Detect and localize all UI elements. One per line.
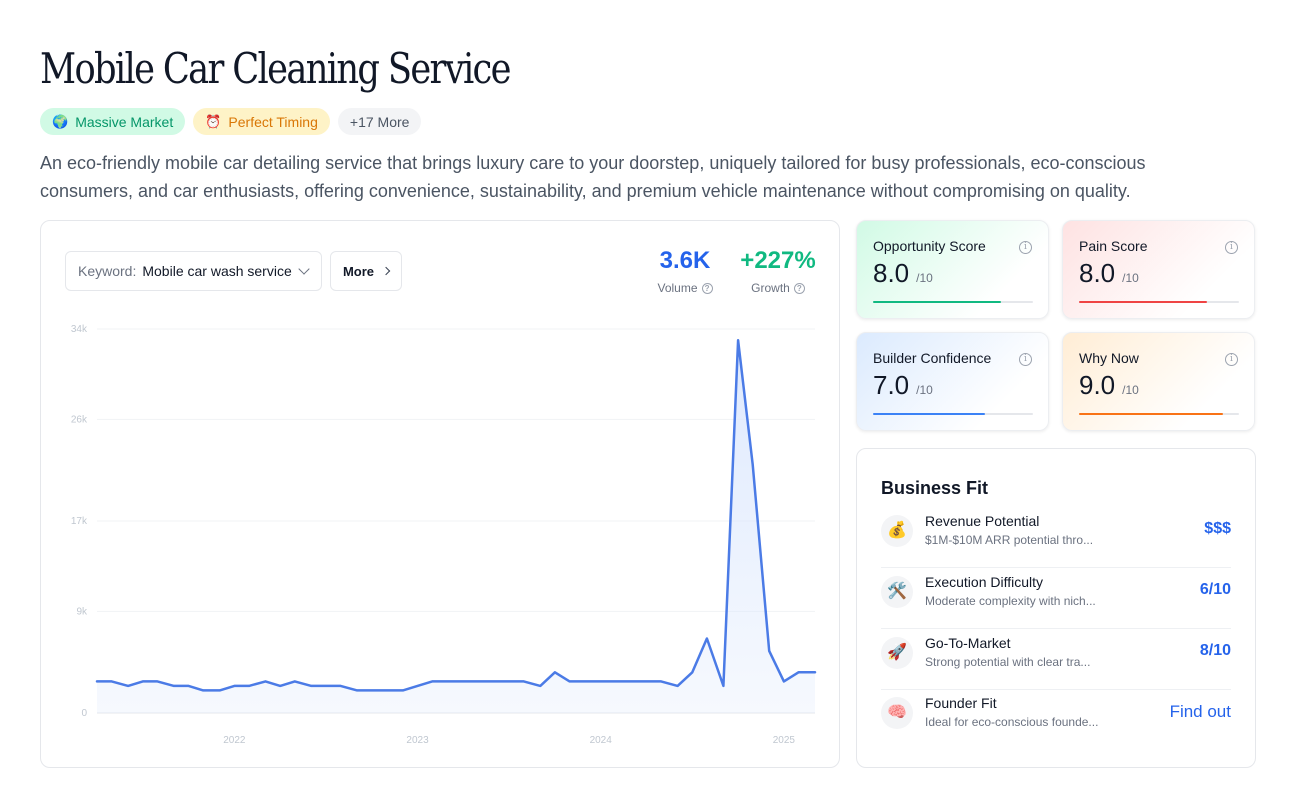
fit-row-go-to-market[interactable]: 🚀 Go-To-Market Strong potential with cle… <box>881 629 1231 690</box>
score-title: Why Now <box>1079 350 1139 366</box>
rocket-icon: 🚀 <box>881 637 913 669</box>
fit-row-execution-difficulty[interactable]: 🛠️ Execution Difficulty Moderate complex… <box>881 568 1231 629</box>
fit-description: Moderate complexity with nich... <box>925 594 1096 608</box>
tools-icon: 🛠️ <box>881 576 913 608</box>
info-icon[interactable]: i <box>1225 241 1238 254</box>
series-line <box>95 339 817 692</box>
fit-name: Go-To-Market <box>925 635 1011 651</box>
fit-value: $$$ <box>1204 520 1231 537</box>
info-icon[interactable]: i <box>1019 353 1032 366</box>
score-title: Pain Score <box>1079 238 1148 254</box>
series-area <box>97 340 815 713</box>
opportunity-score-card[interactable]: Opportunity Score i 8.0 /10 <box>856 220 1049 319</box>
score-bar-fill <box>1079 301 1207 303</box>
score-title: Builder Confidence <box>873 350 992 366</box>
alarm-clock-icon: ⏰ <box>205 113 222 129</box>
fit-name: Execution Difficulty <box>925 574 1044 590</box>
tag-label: Massive Market <box>75 113 174 130</box>
x-tick-label: 2023 <box>406 735 429 746</box>
fit-value: 6/10 <box>1199 581 1231 598</box>
score-bar-fill <box>1079 413 1223 415</box>
score-unit: /10 <box>916 383 933 397</box>
y-tick-label: 9k <box>76 606 88 617</box>
builder-confidence-card[interactable]: Builder Confidence i 7.0 /10 <box>856 332 1049 431</box>
score-value: 7.0 <box>873 370 910 400</box>
score-bar-fill <box>873 301 1001 303</box>
tag-perfect-timing[interactable]: ⏰ Perfect Timing <box>193 108 330 135</box>
x-tick-label: 2022 <box>223 735 246 746</box>
y-tick-label: 17k <box>71 516 88 527</box>
fit-description: Strong potential with clear tra... <box>925 655 1091 669</box>
score-bar <box>873 413 1033 415</box>
info-icon[interactable]: i <box>1225 353 1238 366</box>
trend-chart-card: Keyword: Mobile car wash service More 3.… <box>40 220 840 768</box>
idea-description: An eco-friendly mobile car detailing ser… <box>40 153 1146 201</box>
score-bar <box>873 301 1033 303</box>
search-volume-chart: 34k 26k 17k 9k 0 2022 2023 2024 2025 <box>71 324 817 746</box>
business-fit-title: Business Fit <box>881 478 989 498</box>
score-value: 8.0 <box>873 258 910 288</box>
fit-row-revenue-potential[interactable]: 💰 Revenue Potential $1M-$10M ARR potenti… <box>881 507 1231 568</box>
money-bag-icon: 💰 <box>881 515 913 547</box>
fit-description: $1M-$10M ARR potential thro... <box>925 533 1094 547</box>
page-title: Mobile Car Cleaning Service <box>40 44 512 93</box>
fit-name: Revenue Potential <box>925 513 1040 529</box>
score-unit: /10 <box>916 271 933 285</box>
x-tick-label: 2025 <box>773 735 796 746</box>
y-tick-label: 26k <box>71 414 88 425</box>
fit-description: Ideal for eco-conscious founde... <box>925 715 1099 729</box>
x-tick-label: 2024 <box>590 735 613 746</box>
score-unit: /10 <box>1122 383 1139 397</box>
tag-massive-market[interactable]: 🌍 Massive Market <box>40 108 186 135</box>
score-bar-fill <box>873 413 985 415</box>
business-fit-card: Business Fit 💰 Revenue Potential $1M-$10… <box>856 448 1256 768</box>
tag-label: Perfect Timing <box>228 113 318 130</box>
globe-icon: 🌍 <box>52 113 69 129</box>
info-icon[interactable]: i <box>1019 241 1032 254</box>
tag-label: +17 More <box>349 113 410 130</box>
tag-list: 🌍 Massive Market ⏰ Perfect Timing +17 Mo… <box>40 108 422 135</box>
y-tick-label: 0 <box>81 708 87 719</box>
fit-name: Founder Fit <box>925 695 997 711</box>
score-bar <box>1079 413 1239 415</box>
more-tags-button[interactable]: +17 More <box>337 108 422 135</box>
score-value: 8.0 <box>1079 258 1116 288</box>
why-now-card[interactable]: Why Now i 9.0 /10 <box>1062 332 1255 431</box>
score-title: Opportunity Score <box>873 238 986 254</box>
fit-row-founder-fit[interactable]: 🧠 Founder Fit Ideal for eco-conscious fo… <box>881 689 1231 750</box>
fit-value: 8/10 <box>1199 642 1231 659</box>
score-unit: /10 <box>1122 271 1139 285</box>
brain-icon: 🧠 <box>881 697 913 729</box>
find-out-link[interactable]: Find out <box>1170 702 1231 722</box>
y-tick-label: 34k <box>71 324 88 335</box>
score-value: 9.0 <box>1079 370 1116 400</box>
score-bar <box>1079 301 1239 303</box>
pain-score-card[interactable]: Pain Score i 8.0 /10 <box>1062 220 1255 319</box>
